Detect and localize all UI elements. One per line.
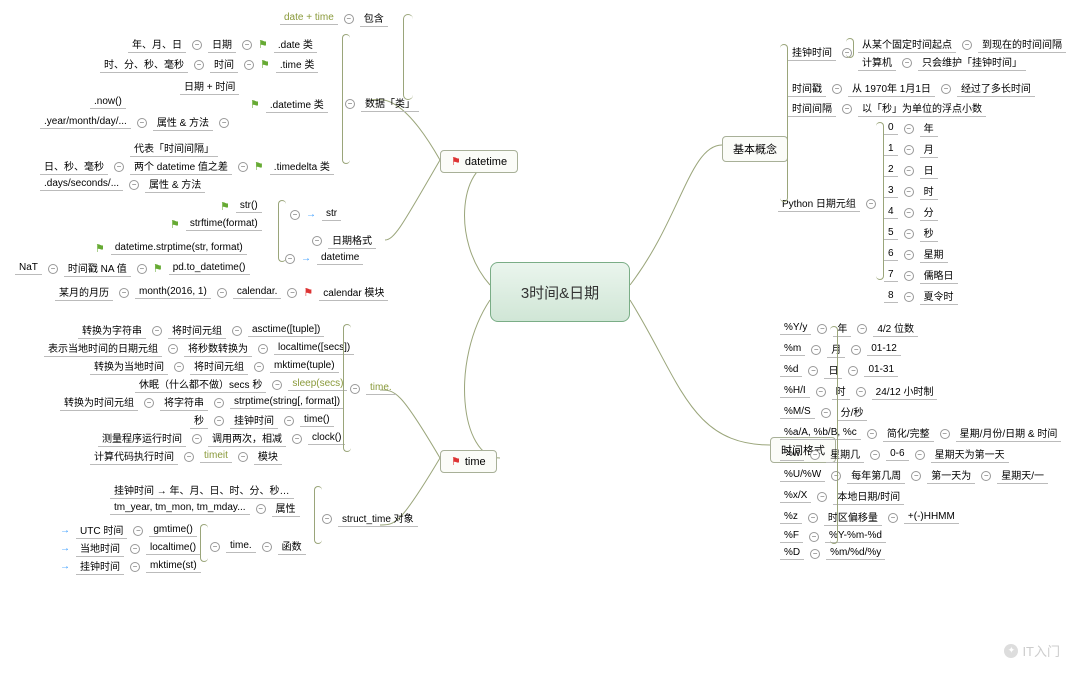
dt-td-head: 代表「时间间隔」 bbox=[130, 140, 218, 157]
dt-cal: 某月的月历 month(2016, 1) calendar. calendar … bbox=[55, 284, 388, 301]
tm-sleep: 休眠（什么都不做）secs 秒sleep(secs) bbox=[135, 376, 347, 393]
dt-fmt-label: 日期格式 bbox=[312, 232, 376, 249]
dt-dt-now: .now() bbox=[90, 96, 126, 109]
fmt-row: %H/I时24/12 小时制 bbox=[780, 383, 1061, 400]
dt-td-days: .days/seconds/...属性 & 方法 bbox=[40, 176, 205, 193]
tuple-row: 2日 bbox=[884, 162, 958, 179]
dt-date-row: 年、月、日 日期 .date 类 bbox=[128, 36, 317, 53]
dt-fmt-strftime: strftime(format) bbox=[170, 218, 262, 231]
dt-contain: date + time 包含 bbox=[280, 10, 388, 27]
tm-strptime: 转换为时间元组将字符串strptime(string[, format]) bbox=[60, 394, 344, 411]
fmt-row: %Y/y年4/2 位数 bbox=[780, 320, 1061, 337]
wechat-icon: ✦ bbox=[1004, 644, 1018, 658]
tm-struct-attr-b: tm_year, tm_mon, tm_mday...属性 bbox=[110, 500, 300, 517]
dt-fmt-strptime: datetime.strptime(str, format) bbox=[95, 242, 247, 255]
fmt-row: %M/S分/秒 bbox=[780, 404, 1061, 421]
branch-time[interactable]: time bbox=[440, 450, 497, 473]
basic-wall: 挂钟时间 bbox=[788, 44, 852, 61]
tm-struct-label: struct_time 对象 bbox=[322, 510, 418, 527]
tm-localtime: 表示当地时间的日期元组将秒数转换为localtime([secs]) bbox=[44, 340, 354, 357]
tm-mktime: 转换为当地时间将时间元组mktime(tuple) bbox=[90, 358, 339, 375]
dt-fmt-str: str() bbox=[220, 200, 262, 213]
tm-mod-label: time. bbox=[350, 382, 396, 395]
tm-clock: 测量程序运行时间调用两次，相减clock() bbox=[98, 430, 345, 447]
tm-asctime: 转换为字符串将时间元组asctime([tuple]) bbox=[78, 322, 324, 339]
dt-fmt-arr-str: str bbox=[290, 208, 341, 221]
tuple-row: 1月 bbox=[884, 141, 958, 158]
dt-dt-klass: .datetime 类 bbox=[250, 96, 328, 113]
tm-localtime2: 当地时间localtime() bbox=[60, 540, 200, 557]
tm-mktime2: 挂钟时间mktime(st) bbox=[60, 558, 201, 575]
tm-struct-fn: time.函数 bbox=[210, 538, 306, 555]
root-node[interactable]: 3时间&日期 bbox=[490, 262, 630, 322]
tuple-row: 7儒略日 bbox=[884, 267, 958, 284]
dt-dt-ymd: .year/month/day/...属性 & 方法 bbox=[40, 114, 229, 131]
dt-td-diff: 日、秒、毫秒两个 datetime 值之差.timedelta 类 bbox=[40, 158, 334, 175]
tm-struct-attr-a: 挂钟时间 → 年、月、日、时、分、秒… bbox=[110, 482, 294, 499]
dt-fmt-pd: NaT 时间戳 NA 值 pd.to_datetime() bbox=[15, 260, 250, 277]
branch-datetime[interactable]: datetime bbox=[440, 150, 518, 173]
tuple-row: 3时 bbox=[884, 183, 958, 200]
basic-tuple-label: Python 日期元组 bbox=[778, 195, 876, 212]
basic-wall-c: 计算机只会维护「挂钟时间」 bbox=[858, 54, 1026, 71]
fmt-row: %m月01-12 bbox=[780, 341, 1061, 358]
tuple-row: 4分 bbox=[884, 204, 958, 221]
fmt-row: %z时区偏移量+(-)HHMM bbox=[780, 509, 1061, 526]
basic-ts: 时间戳从 1970年 1月1日经过了多长时间 bbox=[788, 80, 1035, 97]
fmt-row: %d日01-31 bbox=[780, 362, 1061, 379]
fmt-row: %U/%W每年第几周第一天为星期天/一 bbox=[780, 467, 1061, 484]
fmt-row: %a/A, %b/B, %c简化/完整星期/月份/日期 & 时间 bbox=[780, 425, 1061, 442]
fmt-row: %F%Y-%m-%d bbox=[780, 530, 1061, 543]
tm-time: 秒挂钟时间time() bbox=[190, 412, 334, 429]
tuple-row: 6星期 bbox=[884, 246, 958, 263]
minus-icon[interactable] bbox=[344, 14, 354, 24]
dt-fmt-arr-dt: datetime bbox=[285, 252, 363, 265]
branch-basic[interactable]: 基本概念 bbox=[722, 136, 788, 162]
tuple-row: 0年 bbox=[884, 120, 958, 137]
tm-gmtime: UTC 时间gmtime() bbox=[60, 522, 197, 539]
dt-dt-head: 日期 + 时间 bbox=[180, 78, 239, 95]
tm-timeit: 计算代码执行时间timeit模块 bbox=[90, 448, 282, 465]
tuple-row: 8夏令时 bbox=[884, 288, 958, 305]
fmt-row: %D%m/%d/%y bbox=[780, 547, 1061, 560]
basic-wall-a: 从某个固定时间起点到现在的时间间隔 bbox=[858, 36, 1066, 53]
dt-time-row: 时、分、秒、毫秒 时间 .time 类 bbox=[100, 56, 318, 73]
fmt-row: %x/X本地日期/时间 bbox=[780, 488, 1061, 505]
tuple-row: 5秒 bbox=[884, 225, 958, 242]
basic-delta: 时间间隔以「秒」为单位的浮点小数 bbox=[788, 100, 986, 117]
fmt-row: %w星期几0-6星期天为第一天 bbox=[780, 446, 1061, 463]
watermark: ✦ IT入门 bbox=[1004, 641, 1060, 660]
